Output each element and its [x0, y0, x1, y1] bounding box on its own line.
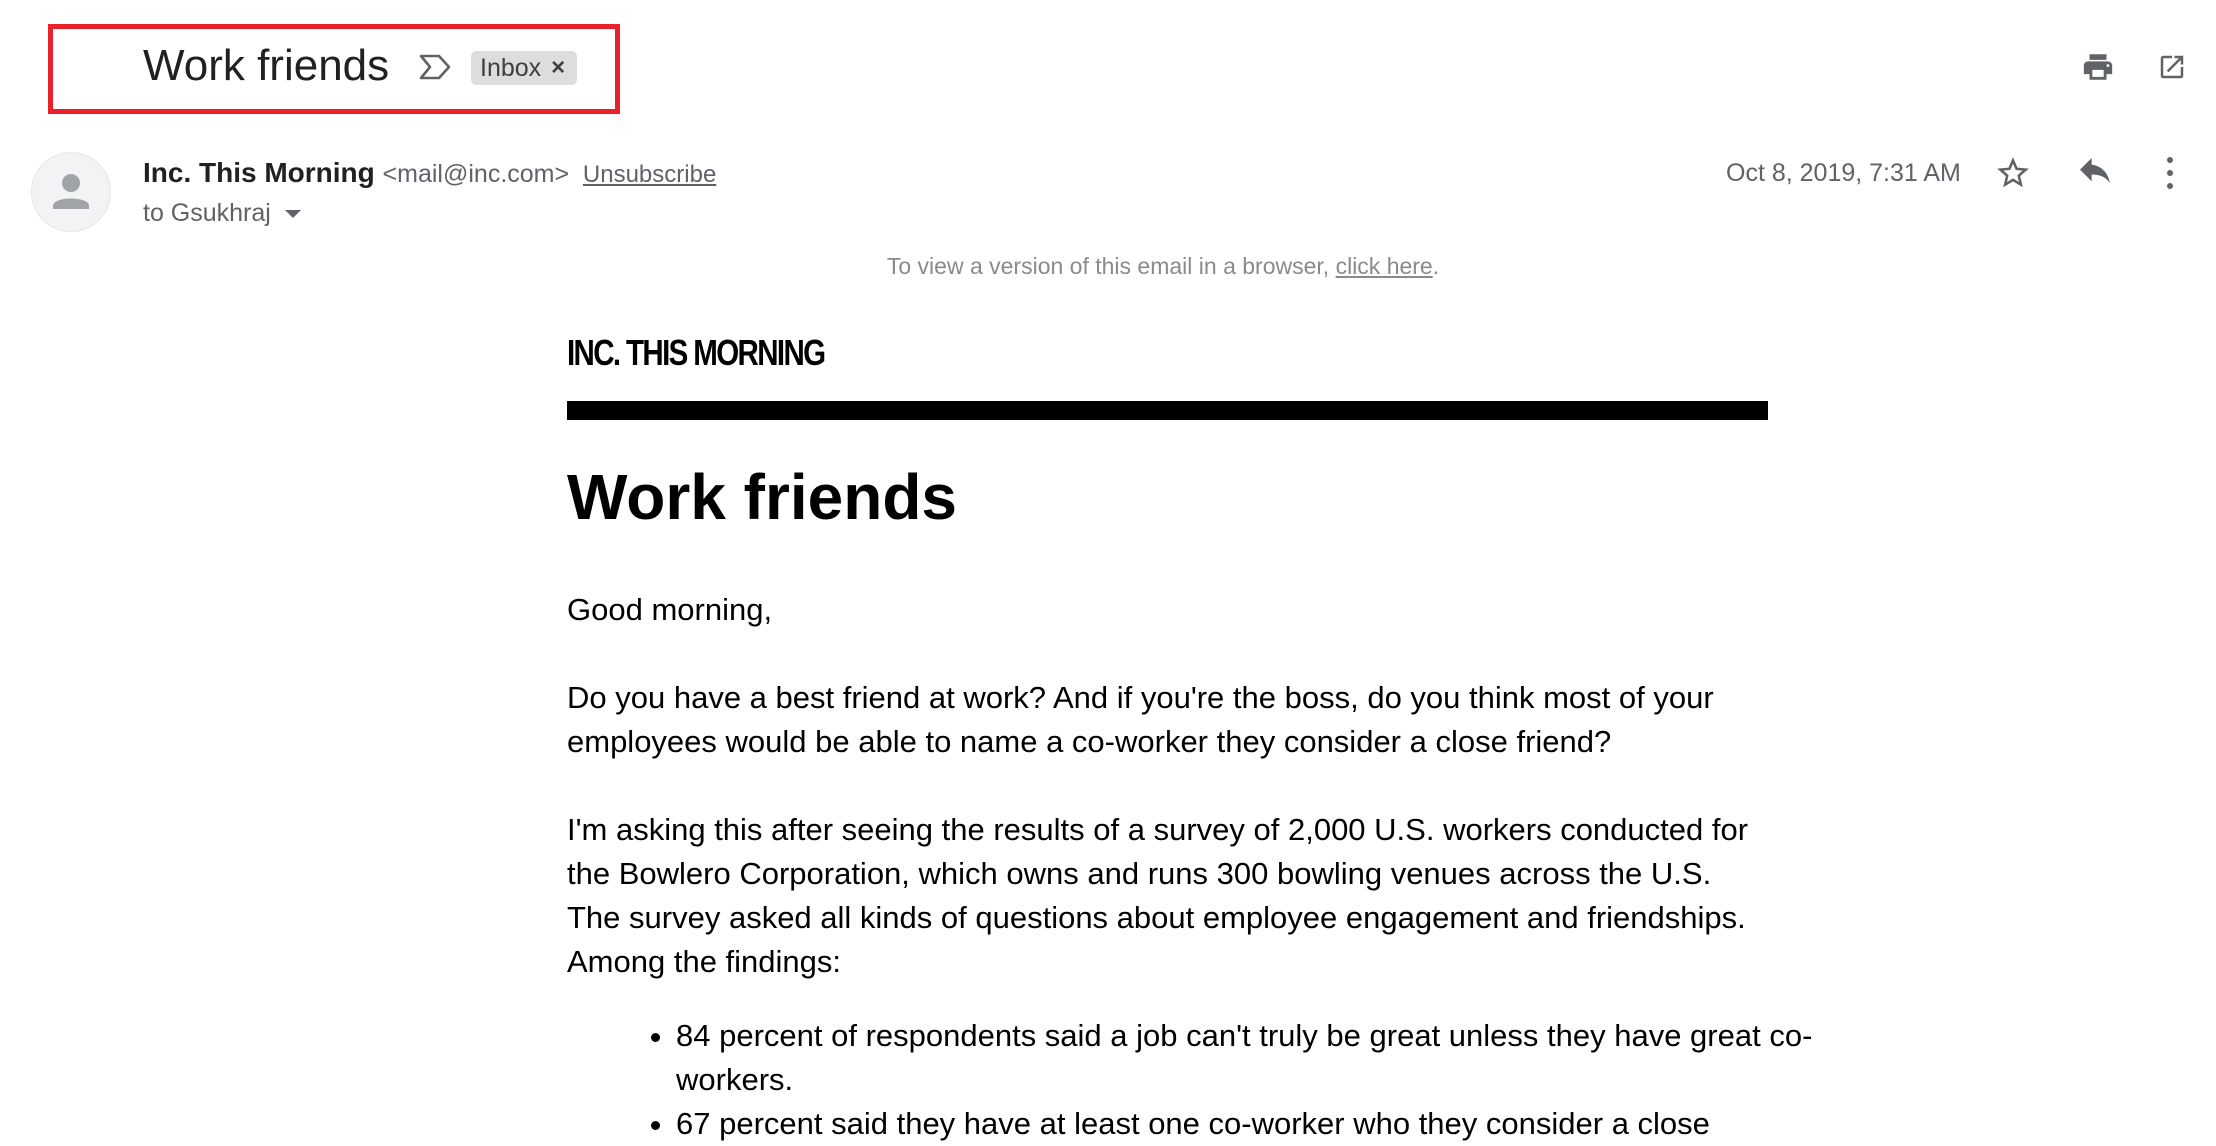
importance-marker-icon[interactable] — [418, 53, 452, 81]
sender-email: <mail@inc.com> — [382, 160, 570, 188]
remove-label-button[interactable]: × — [551, 56, 565, 80]
findings-list: 84 percent of respondents said a job can… — [632, 1014, 1816, 1146]
body-paragraph-2: I'm asking this after seeing the results… — [567, 812, 1749, 979]
newsletter-masthead: INC. THIS MORNING — [567, 332, 826, 373]
browser-note-end: . — [1432, 253, 1440, 279]
print-icon[interactable] — [2081, 50, 2115, 84]
browser-version-note: To view a version of this email in a bro… — [0, 250, 2216, 282]
avatar[interactable] — [31, 152, 111, 232]
sender-name[interactable]: Inc. This Morning — [143, 157, 375, 188]
star-icon[interactable] — [1994, 154, 2032, 192]
message-date: Oct 8, 2019, 7:31 AM — [1726, 159, 1961, 187]
body-paragraph-1: Do you have a best friend at work? And i… — [567, 680, 1714, 759]
label-text: Inbox — [480, 53, 542, 82]
browser-note-text: To view a version of this email in a bro… — [886, 253, 1330, 279]
recipient-text: to Gsukhraj — [143, 199, 271, 227]
email-subject: Work friends — [143, 41, 390, 90]
open-in-new-window-icon[interactable] — [2157, 52, 2187, 82]
greeting: Good morning, — [567, 592, 773, 627]
inbox-label-chip[interactable]: Inbox × — [471, 51, 578, 85]
sender-line: Inc. This Morning <mail@inc.com> Unsubsc… — [143, 155, 716, 193]
list-item: 67 percent said they have at least one c… — [676, 1102, 1816, 1146]
show-details-dropdown-icon[interactable] — [284, 210, 301, 218]
unsubscribe-link[interactable]: Unsubscribe — [583, 161, 716, 188]
person-icon — [53, 174, 89, 209]
recipient-line: to Gsukhraj — [143, 196, 301, 230]
reply-icon[interactable] — [2075, 156, 2115, 190]
list-item: 84 percent of respondents said a job can… — [676, 1014, 1816, 1102]
click-here-link[interactable]: click here — [1336, 253, 1433, 279]
more-vertical-icon[interactable] — [2163, 155, 2177, 191]
email-headline: Work friends — [567, 461, 957, 533]
masthead-divider — [567, 401, 1768, 420]
